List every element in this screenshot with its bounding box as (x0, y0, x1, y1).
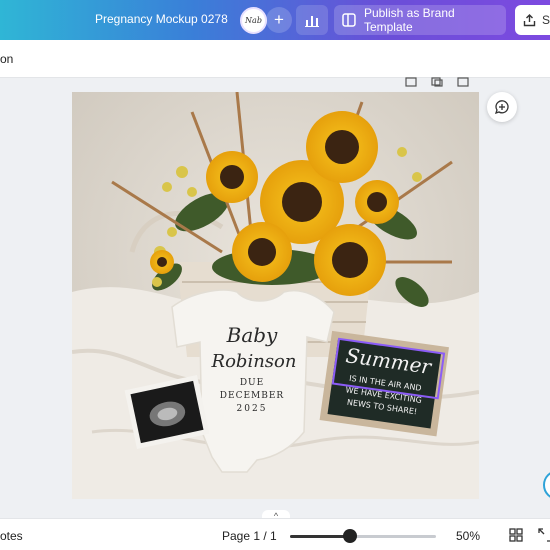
insights-button[interactable] (296, 5, 328, 35)
duplicate-page-icon[interactable] (431, 74, 445, 87)
due-year[interactable]: 2025 (237, 404, 268, 414)
zoom-slider-thumb[interactable] (342, 529, 357, 543)
zoom-slider-fill (290, 535, 350, 538)
grid-view-button[interactable] (509, 528, 523, 542)
share-button[interactable]: S (515, 5, 550, 35)
bottom-toolbar: otes Page 1 / 1 50% (0, 518, 550, 550)
add-collaborator-button[interactable]: + (266, 7, 292, 33)
publish-brand-template-button[interactable]: Publish as Brand Template (334, 5, 506, 35)
publish-label: Publish as Brand Template (363, 6, 455, 34)
bar-chart-icon (305, 16, 319, 27)
share-label: S (542, 13, 550, 27)
top-toolbar: Pregnancy Mockup 0278 Nab + Publish as B… (0, 0, 550, 40)
fullscreen-button[interactable] (538, 528, 550, 542)
lock-page-icon[interactable] (405, 74, 419, 87)
document-title[interactable]: Pregnancy Mockup 0278 (95, 12, 228, 26)
due-month[interactable]: DECEMBER (220, 391, 284, 401)
avatar[interactable]: Nab (240, 7, 267, 34)
notes-button[interactable]: otes (0, 529, 23, 543)
page-tools (405, 74, 471, 87)
context-toolbar: on (0, 40, 550, 78)
page-indicator[interactable]: Page 1 / 1 (222, 529, 277, 543)
add-comment-button[interactable] (487, 92, 517, 122)
template-icon (342, 13, 356, 27)
comment-plus-icon (494, 100, 509, 115)
help-button[interactable] (543, 470, 550, 500)
expand-icon (538, 528, 550, 542)
context-toolbar-label[interactable]: on (0, 52, 13, 66)
zoom-value[interactable]: 50% (456, 529, 480, 543)
onesie-name-line1[interactable]: Baby (226, 323, 278, 347)
grid-icon (509, 528, 523, 542)
mockup-photo: Baby Robinson DUE DECEMBER 2025 Summer I… (72, 92, 479, 499)
design-canvas[interactable]: Baby Robinson DUE DECEMBER 2025 Summer I… (72, 92, 479, 499)
share-upload-icon (523, 13, 536, 26)
due-label[interactable]: DUE (240, 378, 264, 388)
zoom-slider[interactable] (290, 529, 436, 543)
plus-icon: + (274, 10, 284, 29)
onesie-name-line2[interactable]: Robinson (211, 351, 297, 372)
add-page-icon[interactable] (457, 74, 471, 87)
